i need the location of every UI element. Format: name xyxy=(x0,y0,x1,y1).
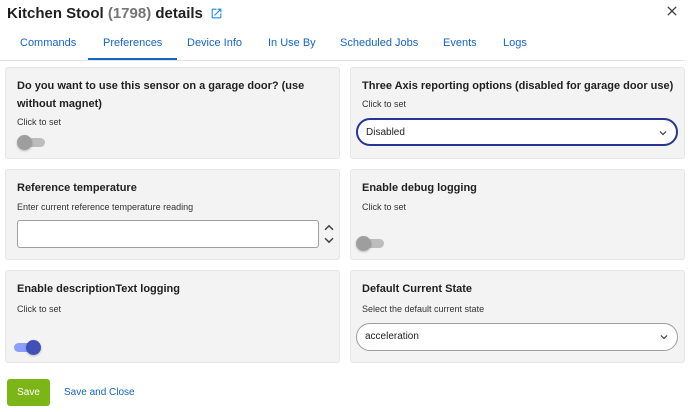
device-id: (1798) xyxy=(107,4,152,22)
three-axis-select[interactable]: Disabled xyxy=(356,118,678,146)
reference-temperature-input[interactable] xyxy=(17,220,319,248)
pref-card-three-axis: Three Axis reporting options (disabled f… xyxy=(350,67,685,159)
pref-hint: Select the default current state xyxy=(362,304,485,314)
pref-card-garage-door: Do you want to use this sensor on a gara… xyxy=(5,67,340,159)
select-value: acceleration xyxy=(365,331,419,342)
pref-card-reference-temperature: Reference temperature Enter current refe… xyxy=(5,169,340,260)
close-icon[interactable] xyxy=(664,3,680,19)
pref-hint: Click to set xyxy=(17,117,62,127)
tab-in-use-by[interactable]: In Use By xyxy=(268,29,316,58)
tab-device-info[interactable]: Device Info xyxy=(187,29,242,58)
chevron-down-icon xyxy=(656,126,670,140)
pref-hint: Click to set xyxy=(17,304,62,314)
save-button[interactable]: Save xyxy=(7,379,50,406)
tab-commands[interactable]: Commands xyxy=(20,29,76,58)
pref-hint: Click to set xyxy=(362,99,407,109)
description-text-logging-toggle[interactable] xyxy=(12,340,41,355)
pref-title: Reference temperature xyxy=(17,182,137,194)
pref-title: Three Axis reporting options (disabled f… xyxy=(362,80,674,92)
chevron-down-icon[interactable] xyxy=(320,234,338,248)
save-and-close-button[interactable]: Save and Close xyxy=(64,379,135,406)
open-in-new-icon[interactable] xyxy=(210,7,223,20)
pref-title: Default Current State xyxy=(362,283,473,295)
pref-card-debug-logging: Enable debug logging Click to set xyxy=(350,169,685,260)
pref-title: Enable descriptionText logging xyxy=(17,283,180,295)
page-title: Kitchen Stool (1798) details xyxy=(7,4,203,22)
tab-scheduled-jobs[interactable]: Scheduled Jobs xyxy=(340,29,418,58)
chevron-down-icon xyxy=(657,330,671,344)
pref-hint: Enter current reference temperature read… xyxy=(17,202,194,212)
pref-card-default-current-state: Default Current State Select the default… xyxy=(350,270,685,363)
page-header: Kitchen Stool (1798) details xyxy=(7,3,223,23)
chevron-up-icon[interactable] xyxy=(320,220,338,234)
select-value: Disabled xyxy=(366,127,405,138)
garage-door-toggle[interactable] xyxy=(17,135,46,150)
tab-logs[interactable]: Logs xyxy=(503,29,527,58)
number-spinner xyxy=(320,220,338,248)
pref-title: Do you want to use this sensor on a gara… xyxy=(17,80,305,110)
pref-title: Enable debug logging xyxy=(362,182,477,194)
tab-events[interactable]: Events xyxy=(443,29,477,58)
pref-card-description-text-logging: Enable descriptionText logging Click to … xyxy=(5,270,340,363)
default-state-select[interactable]: acceleration xyxy=(356,323,678,351)
tab-preferences[interactable]: Preferences xyxy=(88,29,178,60)
pref-hint: Click to set xyxy=(362,202,407,212)
tab-bar: Commands Preferences Device Info In Use … xyxy=(0,29,685,61)
debug-logging-toggle[interactable] xyxy=(356,236,385,251)
